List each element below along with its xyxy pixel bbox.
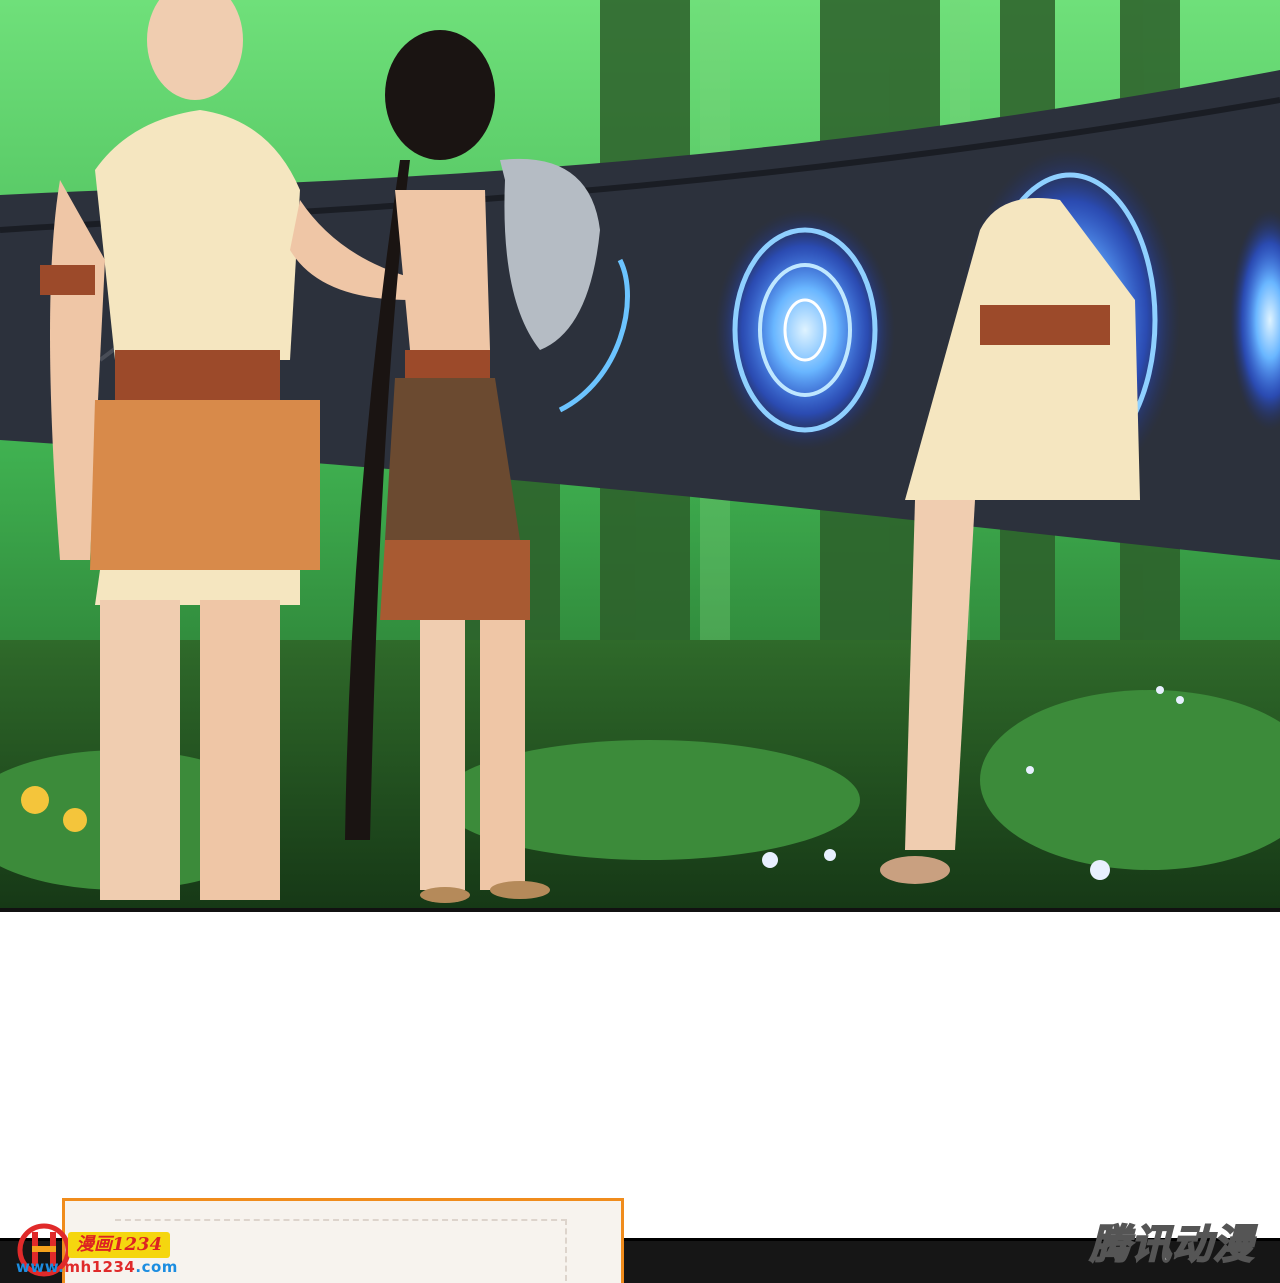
panel-gutter bbox=[0, 912, 1280, 1238]
site-watermark-tag: 漫画1234 bbox=[68, 1232, 171, 1258]
publisher-watermark: 腾讯动漫 bbox=[1089, 1221, 1254, 1269]
forest-scene bbox=[0, 0, 1280, 910]
site-watermark-url: www.mh1234.com bbox=[16, 1258, 178, 1276]
url-domain: mh1234 bbox=[64, 1258, 136, 1276]
inset-decoration bbox=[115, 1219, 567, 1281]
url-prefix: www. bbox=[16, 1258, 65, 1276]
comic-panel bbox=[0, 0, 1280, 910]
url-suffix: .com bbox=[135, 1258, 178, 1276]
